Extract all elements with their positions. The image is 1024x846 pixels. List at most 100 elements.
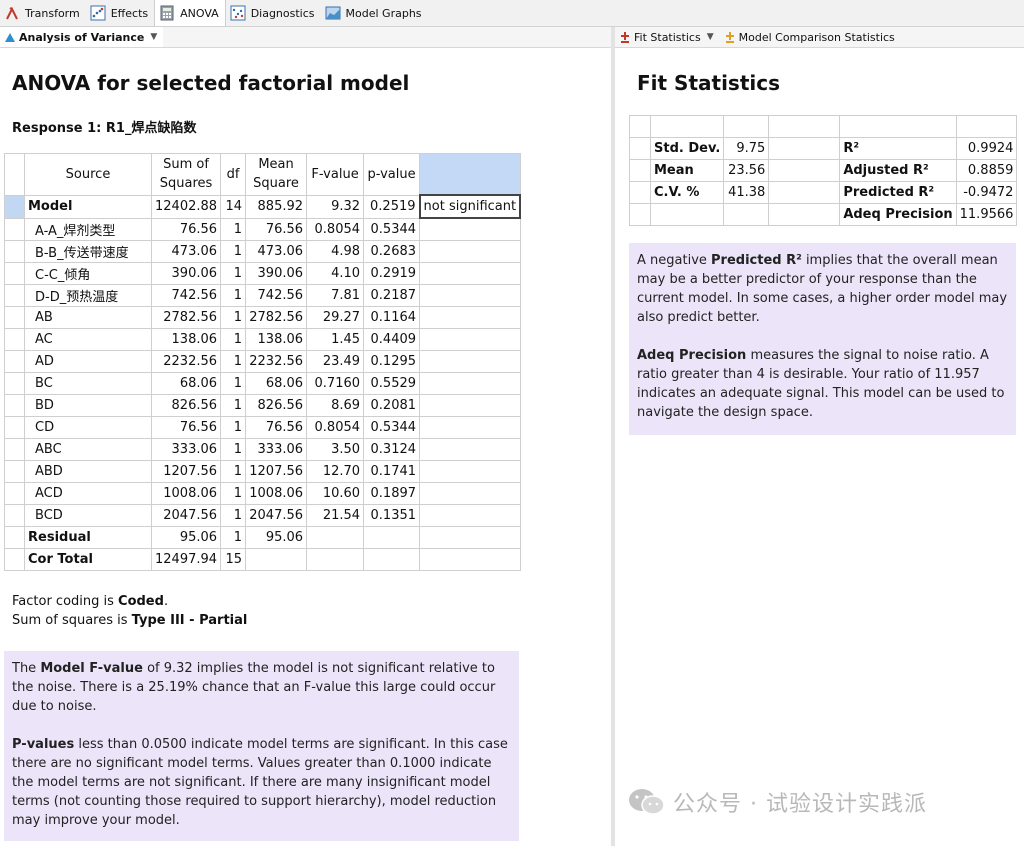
table-row: Cor Total 12497.94 15 — [4, 548, 521, 571]
col-f-header[interactable]: F-value — [306, 153, 365, 196]
cell-sig — [419, 504, 521, 527]
tab-fit-statistics[interactable]: Fit Statistics ▼ — [615, 27, 720, 47]
fit-cell-v1: 9.75 — [723, 137, 770, 160]
p-values-note: P-values less than 0.0500 indicate model… — [12, 735, 511, 830]
chevron-down-icon[interactable]: ▼ — [150, 32, 157, 42]
cell-ms: 68.06 — [245, 372, 308, 395]
cell-ms: 885.92 — [245, 194, 308, 219]
row-header[interactable] — [4, 394, 25, 417]
row-header[interactable] — [4, 548, 25, 571]
anova-table: Source Sum of Squares df Mean Square F-val… — [4, 153, 522, 571]
table-row: Adeq Precision 11.9566 — [629, 203, 1018, 226]
cell-source: AB — [24, 306, 152, 329]
fit-header-cell[interactable] — [629, 115, 651, 138]
table-row: BCD 2047.56 1 2047.56 21.54 0.1351 — [4, 504, 521, 527]
anova-header-row: Source Sum of Squares df Mean Square F-val… — [4, 153, 521, 196]
cell-p: 0.1741 — [363, 460, 421, 483]
cell-ms: 76.56 — [245, 217, 308, 241]
table-row: AB 2782.56 1 2782.56 29.27 0.1164 — [4, 306, 521, 329]
fit-header-cell[interactable] — [649, 115, 725, 138]
empty-cell — [768, 137, 841, 160]
row-header[interactable] — [4, 526, 25, 549]
toolbar-effects[interactable]: Effects — [86, 0, 154, 26]
row-header[interactable] — [4, 350, 25, 373]
fit-interpretation-box: A negative Predicted R² implies that the… — [629, 243, 1016, 435]
cell-p — [363, 548, 421, 571]
fit-header-cell[interactable] — [723, 115, 770, 138]
pane-divider[interactable] — [611, 27, 615, 846]
row-header-corner[interactable] — [4, 153, 25, 196]
row-header[interactable] — [4, 240, 25, 263]
col-ms-header-line2: Square — [253, 176, 299, 192]
col-p-header[interactable]: p-value — [363, 153, 421, 196]
row-header[interactable] — [4, 416, 25, 439]
row-header[interactable] — [4, 460, 25, 483]
toolbar-effects-label: Effects — [110, 6, 149, 20]
plus-minus-icon — [621, 32, 629, 43]
cell-source: Cor Total — [24, 548, 152, 571]
cell-ms: 138.06 — [245, 328, 308, 351]
fit-header-cell[interactable] — [768, 115, 841, 138]
cell-p: 0.4409 — [363, 328, 421, 351]
tab-model-comparison[interactable]: Model Comparison Statistics — [720, 27, 901, 47]
row-header[interactable] — [4, 438, 25, 461]
toolbar-anova[interactable]: ANOVA — [154, 0, 226, 26]
cell-source: Residual — [24, 526, 152, 549]
chevron-down-icon[interactable]: ▼ — [707, 32, 714, 42]
toolbar-model-graphs-label: Model Graphs — [345, 6, 422, 20]
fit-header-cell[interactable] — [955, 115, 1018, 138]
model-f-note: The Model F-value of 9.32 implies the mo… — [12, 659, 511, 716]
cell-ms — [245, 548, 308, 571]
empty-cell — [768, 159, 841, 182]
model-f-note-bold: Model F-value — [40, 661, 143, 676]
col-ms-header[interactable]: Mean Square — [245, 153, 308, 196]
cell-f: 10.60 — [306, 482, 365, 505]
cell-ss: 2782.56 — [150, 306, 222, 329]
empty-cell — [768, 203, 841, 226]
fit-header-row — [629, 115, 1018, 138]
col-ss-header[interactable]: Sum of Squares — [150, 153, 222, 196]
cell-df: 1 — [220, 372, 247, 395]
cell-ss: 76.56 — [150, 217, 222, 241]
cell-sig — [419, 482, 521, 505]
tab-analysis-of-variance[interactable]: Analysis of Variance ▼ — [0, 27, 164, 47]
fit-cell-v1: 41.38 — [723, 181, 770, 204]
toolbar-model-graphs[interactable]: Model Graphs — [321, 0, 428, 26]
cell-sig: not significant — [418, 194, 522, 219]
cell-sig — [419, 394, 521, 417]
cell-p: 0.1164 — [363, 306, 421, 329]
fit-header-cell[interactable] — [839, 115, 957, 138]
row-header[interactable] — [4, 284, 25, 307]
row-header[interactable] — [629, 137, 651, 160]
row-header[interactable] — [4, 217, 25, 241]
cell-df: 1 — [220, 217, 247, 241]
fit-cell-v1: 23.56 — [723, 159, 770, 182]
row-header[interactable] — [629, 181, 651, 204]
row-header[interactable] — [4, 262, 25, 285]
table-row: ACD 1008.06 1 1008.06 10.60 0.1897 — [4, 482, 521, 505]
toolbar-anova-label: ANOVA — [180, 6, 219, 20]
row-header[interactable] — [629, 203, 651, 226]
row-header[interactable] — [4, 482, 25, 505]
row-header[interactable] — [629, 159, 651, 182]
toolbar-transform[interactable]: Transform — [0, 0, 86, 26]
row-header[interactable] — [4, 504, 25, 527]
toolbar-diagnostics[interactable]: Diagnostics — [226, 0, 321, 26]
row-header[interactable] — [4, 372, 25, 395]
cell-sig — [419, 438, 521, 461]
cell-df: 1 — [220, 416, 247, 439]
row-header[interactable] — [4, 194, 25, 219]
cell-f: 4.98 — [306, 240, 365, 263]
col-df-header[interactable]: df — [220, 153, 247, 196]
col-significance-header[interactable] — [419, 153, 521, 196]
col-source-header[interactable]: Source — [24, 153, 152, 196]
table-row: AD 2232.56 1 2232.56 23.49 0.1295 — [4, 350, 521, 373]
row-header[interactable] — [4, 306, 25, 329]
model-graphs-icon — [325, 6, 341, 20]
cell-ms: 2047.56 — [245, 504, 308, 527]
cell-p: 0.1295 — [363, 350, 421, 373]
empty-cell — [768, 181, 841, 204]
row-header[interactable] — [4, 328, 25, 351]
factor-coding-suffix: . — [163, 594, 169, 609]
factor-coding-prefix: Factor coding is — [12, 594, 119, 609]
